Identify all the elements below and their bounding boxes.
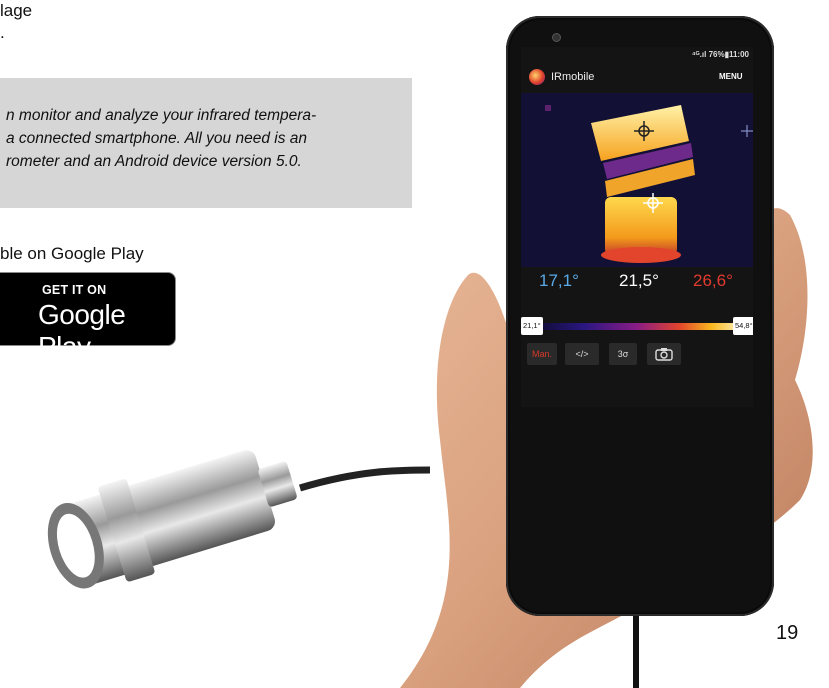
object-foot	[601, 247, 681, 263]
scale-low-chip[interactable]: 21,1°	[521, 317, 543, 335]
infrared-sensor	[47, 450, 297, 589]
sensor-cable	[298, 466, 431, 492]
thermal-image	[521, 93, 753, 267]
front-camera-icon	[552, 33, 561, 42]
thermal-image-drawing	[521, 93, 753, 267]
palette-bar	[531, 323, 743, 330]
scale-high-chip[interactable]: 54,8°	[733, 317, 753, 335]
app-title: IRmobile	[551, 71, 595, 83]
temp-min: 17,1°	[539, 271, 579, 290]
status-bar: ⁴ᴳ.ıl 76%▮11:00	[691, 50, 749, 59]
page-number: 19	[776, 622, 799, 644]
manual-mode-button[interactable]: Man.	[527, 343, 557, 365]
app-bar: IRmobile MENU	[521, 63, 753, 93]
code-button[interactable]: </>	[565, 343, 599, 365]
sigma-button[interactable]: 3σ	[609, 343, 637, 365]
app-toolbar: Man. </> 3σ	[521, 343, 753, 369]
color-scale: 21,1° 54,8°	[521, 317, 753, 339]
temp-center: 21,5°	[619, 271, 659, 290]
temperature-readouts: 17,1° 21,5° 26,6°	[521, 271, 753, 295]
irmobile-logo-icon	[529, 69, 545, 85]
object-base	[605, 197, 677, 255]
menu-button[interactable]: MENU	[719, 72, 743, 81]
temp-max: 26,6°	[693, 271, 733, 290]
camera-icon	[655, 348, 673, 361]
snapshot-button[interactable]	[647, 343, 681, 365]
phone-screen: ⁴ᴳ.ıl 76%▮11:00 IRmobile MENU 17,1° 21,5…	[521, 47, 753, 407]
